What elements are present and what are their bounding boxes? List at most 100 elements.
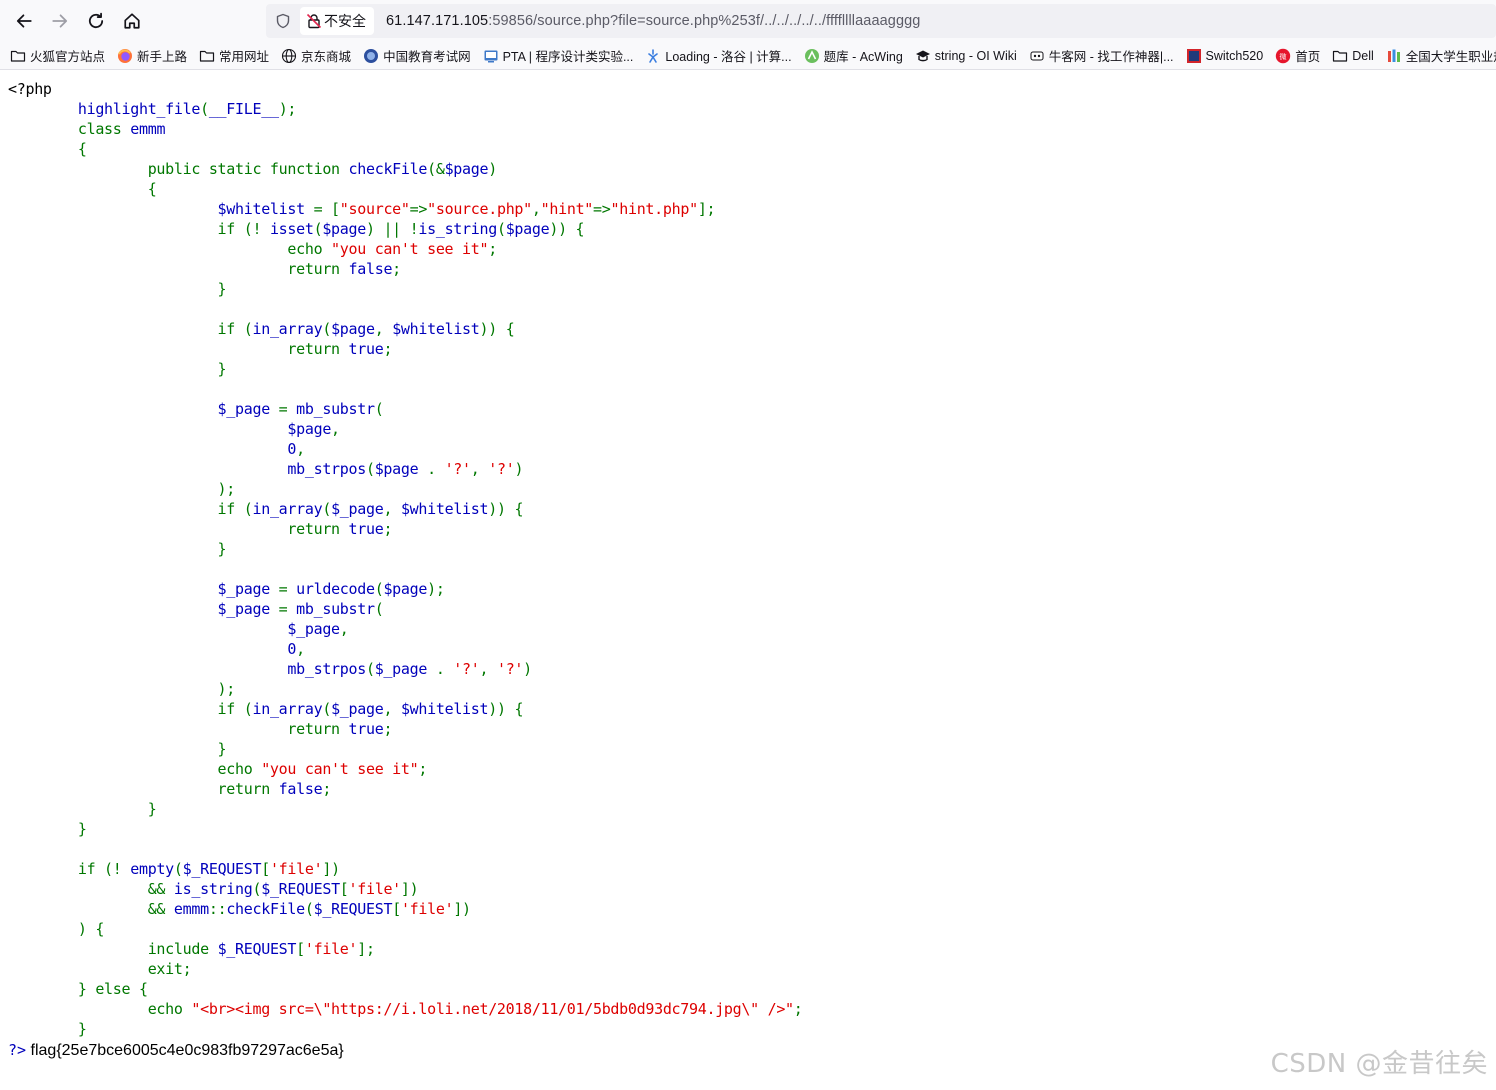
code-token: ; [383, 720, 393, 738]
code-token: mb_substr [296, 600, 375, 618]
code-token: ]) [322, 860, 340, 878]
code-token: in_array [252, 500, 323, 518]
bookmark-item[interactable]: 微首页 [1275, 46, 1320, 65]
code-token: public static function [147, 160, 349, 178]
code-token: include [147, 940, 218, 958]
code-line: } [8, 799, 803, 819]
bookmark-item[interactable]: PTA | 程序设计类实验... [483, 46, 633, 65]
bookmark-item[interactable]: Dell [1332, 48, 1374, 64]
code-line: $_page = mb_substr( [8, 599, 803, 619]
code-token: ; [392, 260, 401, 278]
bookmark-item[interactable]: 题库 - AcWing [804, 46, 903, 65]
reload-button[interactable] [78, 3, 114, 39]
bookmark-label: Switch520 [1205, 48, 1264, 63]
code-line: mb_strpos($_page . '?', '?') [8, 659, 803, 679]
code-line: } [8, 1019, 803, 1039]
code-token: . [427, 460, 445, 478]
code-token: ) || ! [365, 220, 419, 238]
flag-text: flag{25e7bce6005c4e0c983fb97297ac6e5a} [30, 1042, 344, 1059]
url-text[interactable]: 61.147.171.105:59856/source.php?file=sou… [386, 13, 920, 29]
forward-button[interactable] [42, 3, 78, 39]
code-token: )) { [488, 700, 524, 718]
code-line: $_page = urldecode($page); [8, 579, 803, 599]
code-token: "source.php" [427, 200, 532, 218]
bookmark-item[interactable]: Loading - 洛谷 | 计算... [645, 46, 792, 65]
browser-toolbar: 不安全 61.147.171.105:59856/source.php?file… [0, 0, 1496, 42]
bookmark-item[interactable]: string - OI Wiki [915, 48, 1017, 64]
code-token: __FILE__ [208, 100, 279, 118]
bookmark-label: Loading - 洛谷 | 计算... [665, 50, 792, 64]
code-token: $_page [287, 620, 340, 638]
page-content: <?php highlight_file(__FILE__); class em… [0, 71, 1496, 1090]
code-line: return false; [8, 259, 803, 279]
bookmark-item[interactable]: 常用网址 [199, 46, 269, 65]
bookmark-label: string - OI Wiki [934, 48, 1017, 63]
code-token: )) { [488, 500, 524, 518]
bookmark-item[interactable]: 全国大学生职业规 [1386, 46, 1496, 65]
code-token: ; [383, 340, 393, 358]
site-security-indicator[interactable]: 不安全 [300, 7, 374, 35]
code-token: class [77, 120, 131, 138]
php-close-tag: ?> [8, 1041, 27, 1059]
code-token: urldecode [296, 580, 375, 598]
code-line: { [8, 179, 803, 199]
code-line: } [8, 819, 803, 839]
code-token: true [348, 340, 384, 358]
code-token: exit; [147, 960, 192, 978]
code-token: if (! [77, 860, 131, 878]
bookmark-label: 火狐官方站点 [30, 50, 106, 64]
code-line: return true; [8, 519, 803, 539]
code-line: if (! isset($page) || !is_string($page))… [8, 219, 803, 239]
bookmark-item[interactable]: 牛客网 - 找工作神器|... [1029, 46, 1174, 65]
code-token: ( [365, 460, 375, 478]
code-token: $whitelist [400, 700, 489, 718]
bookmark-item[interactable]: Switch520 [1186, 48, 1264, 64]
code-line: <?php [8, 79, 803, 99]
code-token: $whitelist [400, 500, 489, 518]
folder-icon [199, 48, 215, 64]
code-token: ); [217, 480, 236, 498]
code-token: && [147, 880, 174, 898]
code-token: echo [217, 760, 262, 778]
back-button[interactable] [6, 3, 42, 39]
code-token: return [287, 260, 349, 278]
tracking-protection-button[interactable] [266, 13, 300, 29]
svg-text:微: 微 [1280, 52, 1287, 61]
code-token: <?php [8, 80, 52, 98]
code-token: return [287, 520, 349, 538]
code-token: $_REQUEST [261, 880, 340, 898]
code-token: $_page [331, 500, 384, 518]
code-line: $page, [8, 419, 803, 439]
url-bar[interactable]: 不安全 61.147.171.105:59856/source.php?file… [266, 4, 1496, 38]
code-token: $whitelist [217, 200, 314, 218]
code-token: isset [269, 220, 314, 238]
bookmark-label: 常用网址 [219, 50, 270, 64]
code-token: false [348, 260, 393, 278]
bookmark-item[interactable]: 京东商城 [281, 46, 351, 65]
code-token: ( [322, 320, 332, 338]
code-token: "you can't see it" [331, 240, 489, 258]
code-line: && emmm::checkFile($_REQUEST['file']) [8, 899, 803, 919]
code-token: $page [322, 220, 366, 238]
code-line: { [8, 139, 803, 159]
bookmark-item[interactable]: 火狐官方站点 [10, 46, 105, 65]
code-token: [ [261, 860, 270, 878]
code-line: include $_REQUEST['file']; [8, 939, 803, 959]
code-token: false [278, 780, 323, 798]
code-line: ) { [8, 919, 803, 939]
home-button[interactable] [114, 3, 150, 39]
bookmark-item[interactable]: 中国教育考试网 [363, 46, 471, 65]
code-line: if (in_array($page, $whitelist)) { [8, 319, 803, 339]
bookmark-item[interactable]: 新手上路 [117, 46, 187, 65]
